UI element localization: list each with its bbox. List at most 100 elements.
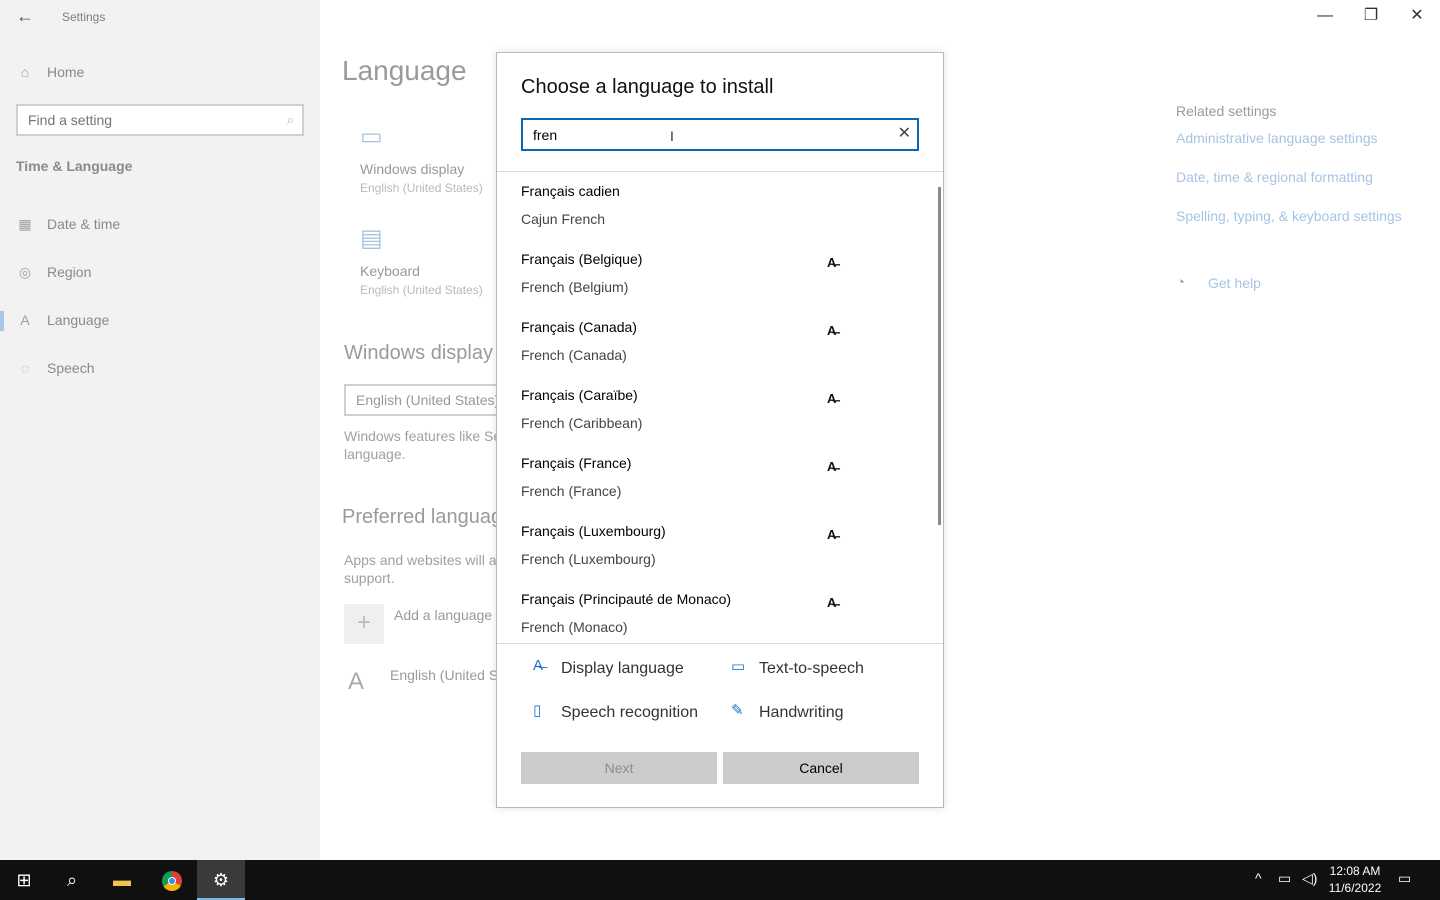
file-explorer-icon[interactable]: ▬ <box>98 860 146 900</box>
language-english-name: French (France) <box>521 483 622 499</box>
sidebar-item-label: Region <box>47 264 92 280</box>
sidebar-item-label: Speech <box>47 360 95 376</box>
admin-language-settings-link[interactable]: Administrative language settings <box>1176 130 1378 146</box>
installed-language-name[interactable]: English (United St <box>390 667 502 683</box>
add-language-label[interactable]: Add a language <box>394 607 492 623</box>
text-cursor-icon: I <box>670 128 674 144</box>
display-language-icon: A̶ <box>827 391 837 406</box>
list-item[interactable]: Français (Belgique) French (Belgium) A̶ <box>497 240 937 308</box>
list-scrollbar[interactable] <box>938 187 941 525</box>
sidebar-item-label: Language <box>47 312 110 328</box>
chrome-icon[interactable] <box>148 860 196 900</box>
list-item[interactable]: Français (Canada) French (Canada) A̶ <box>497 308 937 376</box>
sidebar-item-speech[interactable]: ◌ Speech <box>0 349 320 389</box>
active-indicator <box>0 311 4 331</box>
find-setting-input[interactable] <box>18 106 258 134</box>
language-english-name: Cajun French <box>521 211 606 227</box>
list-item[interactable]: Français (Caraïbe) French (Caribbean) A̶ <box>497 376 937 444</box>
close-icon[interactable]: ✕ <box>1394 4 1440 28</box>
language-icon: A <box>20 312 30 328</box>
dialog-title: Choose a language to install <box>521 76 774 98</box>
language-icon: A <box>348 668 365 695</box>
add-language-plus-icon[interactable]: + <box>344 604 384 644</box>
choose-language-dialog: Choose a language to install ✕ I Françai… <box>496 52 944 808</box>
network-icon[interactable]: ▭ <box>1278 870 1291 887</box>
display-language-dropdown[interactable]: English (United States) <box>344 384 504 416</box>
legend-label: Speech recognition <box>561 704 698 721</box>
back-arrow-icon[interactable]: ← <box>14 6 36 28</box>
sidebar-item-home[interactable]: ⌂ Home <box>0 53 320 93</box>
sidebar-item-region[interactable]: ◎ Region <box>0 253 320 293</box>
preferred-languages-heading: Preferred languag <box>342 506 503 528</box>
language-list[interactable]: Français cadien Cajun French Français (B… <box>497 172 943 643</box>
language-english-name: French (Monaco) <box>521 619 628 635</box>
desc-line: support. <box>344 570 395 586</box>
language-search-input[interactable] <box>523 120 883 149</box>
settings-gear-icon[interactable]: ⚙ <box>197 860 245 900</box>
tile-title: Windows display <box>360 161 465 177</box>
tile-windows-display[interactable]: ▭ Windows display English (United States… <box>360 122 483 195</box>
display-description: Windows features like Se language. <box>344 427 501 463</box>
get-help-icon: ◔ <box>1176 274 1186 291</box>
language-native-name: Français (Caraïbe) <box>521 387 638 403</box>
language-english-name: French (Belgium) <box>521 279 629 295</box>
page-title: Language <box>342 55 467 86</box>
handwriting-icon: ✎ <box>731 702 744 719</box>
preferred-description: Apps and websites will a support. <box>344 551 497 587</box>
sidebar-section-title: Time & Language <box>16 158 133 174</box>
find-setting-search[interactable]: ⌕ <box>16 104 304 136</box>
language-native-name: Français (France) <box>521 455 632 471</box>
globe-icon: ◎ <box>18 264 32 280</box>
notification-icon[interactable]: ▭ <box>1398 870 1411 887</box>
search-icon[interactable]: ⌕ <box>48 860 96 900</box>
settings-sidebar: ← Settings ⌂ Home ⌕ Time & Language ▦ Da… <box>0 0 320 860</box>
monitor-icon: ▭ <box>360 123 383 150</box>
tile-title: Keyboard <box>360 263 420 279</box>
text-to-speech-icon: ▭ <box>731 658 746 675</box>
cancel-button[interactable]: Cancel <box>723 752 919 784</box>
minimize-icon[interactable]: — <box>1302 4 1348 28</box>
legend-label: Handwriting <box>759 704 844 721</box>
sidebar-item-label: Date & time <box>47 216 121 232</box>
chevron-up-icon[interactable]: ^ <box>1255 870 1262 886</box>
calendar-clock-icon: ▦ <box>18 216 32 232</box>
tile-keyboard[interactable]: ▤ Keyboard English (United States) <box>360 224 483 297</box>
language-search-box[interactable]: ✕ <box>521 118 919 151</box>
divider <box>497 643 943 644</box>
home-icon: ⌂ <box>20 64 30 80</box>
restore-icon[interactable]: ❐ <box>1348 4 1394 28</box>
get-help-link[interactable]: Get help <box>1208 275 1261 291</box>
language-native-name: Français (Luxembourg) <box>521 523 666 539</box>
list-item[interactable]: Français cadien Cajun French <box>497 172 937 240</box>
clear-search-icon[interactable]: ✕ <box>898 124 911 144</box>
related-settings-heading: Related settings <box>1176 103 1277 119</box>
sidebar-item-language[interactable]: A Language <box>0 301 320 341</box>
display-language-icon: A̶ <box>827 595 837 610</box>
legend-label: Display language <box>561 660 684 677</box>
next-button[interactable]: Next <box>521 752 717 784</box>
spelling-typing-keyboard-link[interactable]: Spelling, typing, & keyboard settings <box>1176 208 1402 224</box>
tile-subtitle: English (United States) <box>360 181 483 195</box>
clock-time: 12:08 AM <box>1329 864 1381 878</box>
volume-icon[interactable]: ◁) <box>1302 870 1317 887</box>
language-native-name: Français (Canada) <box>521 319 637 335</box>
display-language-icon: A̶ <box>827 323 837 338</box>
system-clock[interactable]: 12:08 AM 11/6/2022 <box>1318 863 1392 897</box>
date-time-formatting-link[interactable]: Date, time & regional formatting <box>1176 169 1373 185</box>
language-english-name: French (Luxembourg) <box>521 551 656 567</box>
display-language-icon: A̶ <box>827 255 837 270</box>
list-item[interactable]: Français (Principauté de Monaco) French … <box>497 580 937 643</box>
window-title: Settings <box>62 10 106 24</box>
list-item[interactable]: Français (Luxembourg) French (Luxembourg… <box>497 512 937 580</box>
legend-label: Text-to-speech <box>759 660 864 677</box>
sidebar-item-date-time[interactable]: ▦ Date & time <box>0 205 320 245</box>
display-language-icon: A̶ <box>827 527 837 542</box>
list-item[interactable]: Français (France) French (France) A̶ <box>497 444 937 512</box>
windows-start-icon[interactable]: ⊞ <box>0 860 48 900</box>
tile-subtitle: English (United States) <box>360 283 483 297</box>
desc-line: language. <box>344 446 406 462</box>
clock-date: 11/6/2022 <box>1328 881 1382 895</box>
windows-display-heading: Windows display <box>344 342 493 364</box>
language-english-name: French (Caribbean) <box>521 415 643 431</box>
search-icon: ⌕ <box>286 112 294 127</box>
